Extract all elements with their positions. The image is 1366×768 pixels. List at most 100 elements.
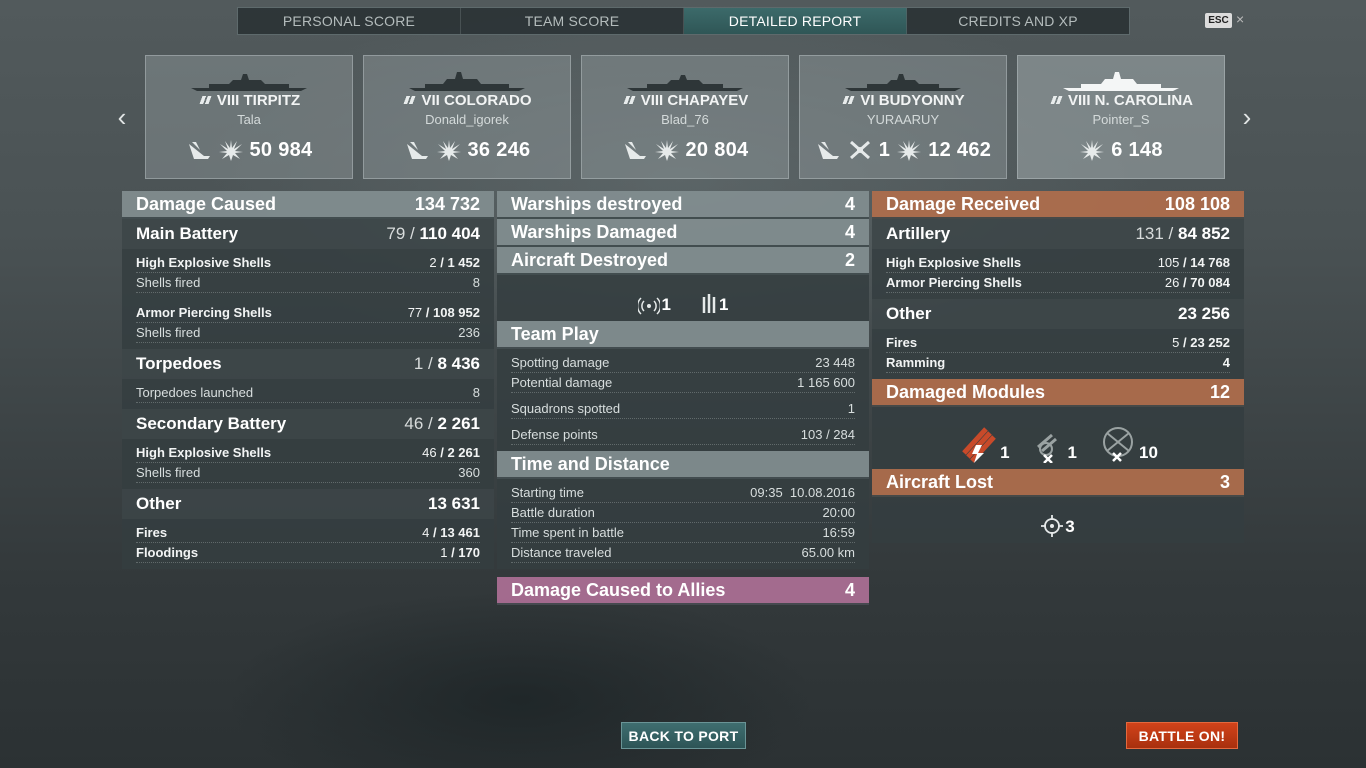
other-received-header: Other 23 256 [872,299,1244,329]
aircraft-lost-header: Aircraft Lost 3 [872,469,1244,497]
sunk-ship-icon [188,142,210,159]
stat-row: High Explosive Shells 2 / 1 452 [136,253,480,273]
battle-on-button[interactable]: BATTLE ON! [1126,722,1238,749]
ship-destroyed-icon [849,140,870,160]
ship-name: VIII TIRPITZ [216,92,301,109]
aircraft-lost-count: 3 [1065,517,1075,536]
carousel-prev-arrow[interactable]: ‹ [112,104,132,130]
aircraft-destroyed-header: Aircraft Destroyed 2 [497,247,869,275]
stat-row: High Explosive Shells 105 / 14 768 [886,253,1230,273]
ship-damage-value: 36 246 [467,138,531,161]
esc-key-hint[interactable]: ESC [1205,13,1232,28]
stat-row: Spotting damage 23 448 [511,353,855,373]
stat-row: Defense points 103 / 284 [511,425,855,445]
stat-row: Distance traveled 65.00 km [511,543,855,563]
ship-card-0[interactable]: VIII TIRPITZ Tala 50 984 [145,55,353,179]
warships-damaged-header: Warships Damaged 4 [497,219,869,247]
player-name: YURAARUY [866,112,940,127]
stat-row: Shells fired 360 [136,463,480,483]
stat-row: Ramming 4 [886,353,1230,373]
damage-burst-icon [1080,140,1105,161]
battleship-class-icon [402,96,418,104]
player-name: Tala [237,112,261,127]
battleship-class-icon [1048,96,1064,104]
ship-damage-value: 50 984 [249,138,313,161]
other-header: Other 13 631 [122,489,494,519]
ship-damage-value: 12 462 [928,138,992,161]
stat-row: Shells fired 8 [136,273,480,293]
tab-credits-xp[interactable]: CREDITS AND XP [907,8,1129,34]
aircraft-radio-count: 1 [661,295,671,314]
ship-name: VIII N. CAROLINA [1067,92,1193,109]
damage-received-panel: Damage Received 108 108 Artillery 131 / 84… [872,191,1244,543]
torpedoes-header: Torpedoes 1 / 8 436 [122,349,494,379]
report-tabs: PERSONAL SCORE TEAM SCORE DETAILED REPOR… [237,7,1130,35]
damage-caused-panel: Damage Caused 134 732 Main Battery 79 / 11… [122,191,494,569]
player-name: Donald_igorek [425,112,509,127]
time-distance-header: Time and Distance [497,451,869,479]
damage-caused-header: Damage Caused 134 732 [122,191,494,219]
stat-row: Battle duration 20:00 [511,503,855,523]
stat-row: Squadrons spotted 1 [511,399,855,419]
sunk-ship-icon [624,142,646,159]
ship-card-1[interactable]: VII COLORADO Donald_igorek 36 246 [363,55,571,179]
tab-detailed-report[interactable]: DETAILED REPORT [684,8,907,34]
stat-row: High Explosive Shells 46 / 2 261 [136,443,480,463]
ship-name: VII COLORADO [421,92,532,109]
warships-destroyed-header: Warships destroyed 4 [497,191,869,219]
stat-row: Floodings 1 / 170 [136,543,480,563]
stat-row: Armor Piercing Shells 26 / 70 084 [886,273,1230,293]
damage-received-header: Damage Received 108 108 [872,191,1244,219]
cruiser-class-icon [621,96,637,104]
sunk-ship-icon [406,142,428,159]
damage-to-allies-header: Damage Caused to Allies 4 [497,577,869,605]
combat-panel: Warships destroyed 4 Warships Damaged 4 Ai… [497,191,869,605]
player-name: Pointer_S [1092,112,1150,127]
turret-damaged-icon [1036,433,1057,463]
stat-row: Starting time 09:35 10.08.2016 [511,483,855,503]
main-battery-header: Main Battery 79 / 110 404 [122,219,494,249]
stat-row: Armor Piercing Shells 77 / 108 952 [136,303,480,323]
stat-row: Fires 4 / 13 461 [136,523,480,543]
damage-burst-icon [654,140,679,161]
back-to-port-button[interactable]: BACK TO PORT [621,722,746,749]
stat-row: Potential damage 1 165 600 [511,373,855,393]
close-icon[interactable]: × [1236,11,1244,27]
module-torpedo-count: 1 [1000,443,1010,462]
damage-burst-icon [897,140,922,161]
tab-team-score[interactable]: TEAM SCORE [461,8,684,34]
ship-name: VIII CHAPAYEV [640,92,749,109]
ship-silhouette-icon [1063,72,1179,91]
radio-signal-icon [637,297,660,315]
ship-silhouette-icon [191,74,307,91]
damaged-modules-header: Damaged Modules 12 [872,379,1244,407]
ship-card-2[interactable]: VIII CHAPAYEV Blad_76 20 804 [581,55,789,179]
stat-row: Fires 5 / 23 252 [886,333,1230,353]
stat-row: Time spent in battle 16:59 [511,523,855,543]
stat-row: Torpedoes launched 8 [136,383,480,403]
cruiser-class-icon [841,96,857,104]
module-turret-count: 1 [1067,443,1077,462]
ship-card-4[interactable]: VIII N. CAROLINA Pointer_S 6 148 [1017,55,1225,179]
ship-damage-value: 6 148 [1111,138,1163,161]
tab-personal-score[interactable]: PERSONAL SCORE [238,8,461,34]
stat-row: Shells fired 236 [136,323,480,343]
artillery-header: Artillery 131 / 84 852 [872,219,1244,249]
ship-kills-value: 1 [878,138,891,161]
aa-module-damaged-icon [1103,427,1133,462]
sunk-ship-icon [817,142,839,159]
damage-burst-icon [436,140,461,161]
torpedo-tubes-damaged-icon [962,427,996,463]
ship-damage-value: 20 804 [685,138,749,161]
team-play-header: Team Play [497,321,869,349]
player-name: Blad_76 [661,112,709,127]
aircraft-aa-count: 1 [719,295,729,314]
battleship-class-icon [197,96,213,104]
ship-name: VI BUDYONNY [860,92,965,109]
secondary-battery-header: Secondary Battery 46 / 2 261 [122,409,494,439]
carousel-next-arrow[interactable]: › [1237,104,1257,130]
ship-card-3[interactable]: VI BUDYONNY YURAARUY 1 12 462 [799,55,1007,179]
module-aa-count: 10 [1139,443,1158,462]
crosshair-icon [1041,515,1064,537]
damage-burst-icon [218,140,243,161]
